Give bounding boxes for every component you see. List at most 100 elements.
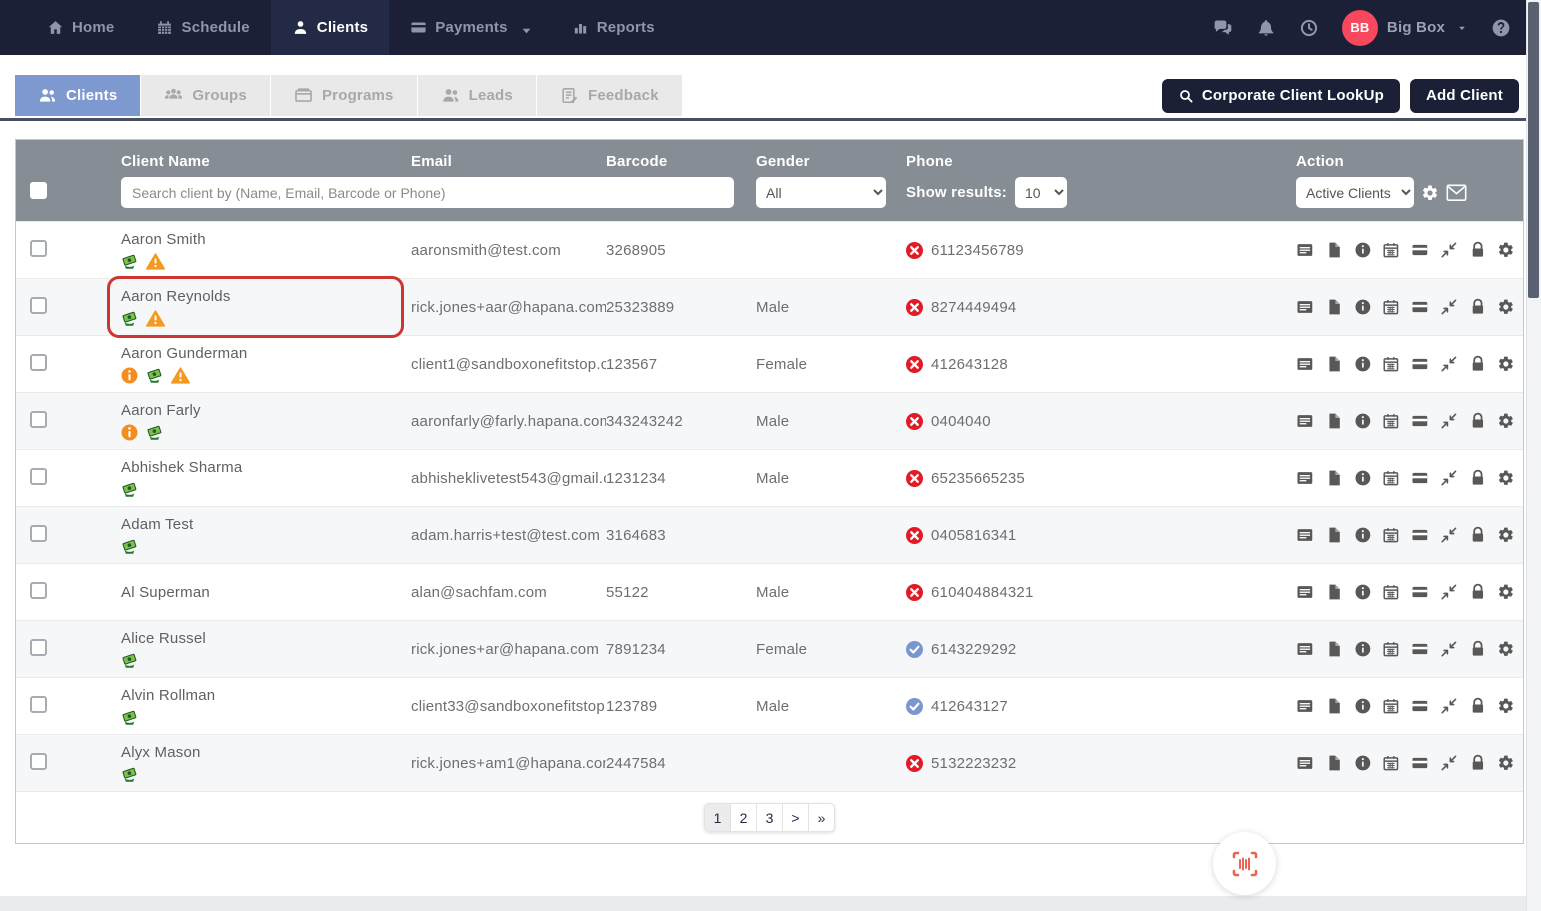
credit-card-icon[interactable] (1411, 754, 1429, 772)
select-all-checkbox[interactable] (30, 182, 47, 199)
calendar-icon[interactable] (1382, 298, 1400, 316)
info-icon[interactable] (1354, 469, 1372, 487)
card-icon[interactable] (1296, 583, 1314, 601)
clock-icon[interactable] (1299, 18, 1319, 38)
client-name[interactable]: Abhishek Sharma (121, 459, 403, 476)
lock-icon[interactable] (1469, 469, 1487, 487)
lock-icon[interactable] (1469, 754, 1487, 772)
client-name[interactable]: Alyx Mason (121, 744, 403, 761)
info-icon[interactable] (1354, 355, 1372, 373)
credit-card-icon[interactable] (1411, 298, 1429, 316)
tab-groups[interactable]: Groups (141, 75, 270, 116)
row-checkbox[interactable] (30, 753, 47, 770)
card-icon[interactable] (1296, 412, 1314, 430)
gear-icon[interactable] (1497, 298, 1515, 316)
card-icon[interactable] (1296, 469, 1314, 487)
credit-card-icon[interactable] (1411, 640, 1429, 658)
card-icon[interactable] (1296, 640, 1314, 658)
page-button[interactable]: 1 (704, 803, 731, 832)
scrollbar-thumb[interactable] (1528, 2, 1539, 298)
compress-arrows-icon[interactable] (1440, 640, 1458, 658)
calendar-icon[interactable] (1382, 583, 1400, 601)
lock-icon[interactable] (1469, 241, 1487, 259)
document-icon[interactable] (1325, 241, 1343, 259)
gear-icon[interactable] (1497, 412, 1515, 430)
nav-item-clients[interactable]: Clients (271, 0, 389, 55)
row-checkbox[interactable] (30, 468, 47, 485)
credit-card-icon[interactable] (1411, 583, 1429, 601)
lock-icon[interactable] (1469, 298, 1487, 316)
search-input[interactable] (121, 177, 734, 208)
client-name[interactable]: Alvin Rollman (121, 687, 403, 704)
compress-arrows-icon[interactable] (1440, 583, 1458, 601)
document-icon[interactable] (1325, 640, 1343, 658)
document-icon[interactable] (1325, 469, 1343, 487)
page-button[interactable]: 2 (730, 803, 757, 832)
document-icon[interactable] (1325, 754, 1343, 772)
gender-filter-select[interactable]: All (756, 177, 886, 208)
document-icon[interactable] (1325, 526, 1343, 544)
corporate-client-lookup-button[interactable]: Corporate Client LookUp (1162, 79, 1400, 113)
chat-icon[interactable] (1213, 18, 1233, 38)
info-icon[interactable] (1354, 241, 1372, 259)
calendar-icon[interactable] (1382, 754, 1400, 772)
nav-item-reports[interactable]: Reports (551, 0, 676, 55)
info-icon[interactable] (1354, 754, 1372, 772)
calendar-icon[interactable] (1382, 469, 1400, 487)
document-icon[interactable] (1325, 355, 1343, 373)
card-icon[interactable] (1296, 355, 1314, 373)
nav-item-schedule[interactable]: Schedule (135, 0, 270, 55)
info-icon[interactable] (1354, 526, 1372, 544)
account-menu[interactable]: BB Big Box (1342, 10, 1468, 46)
bell-icon[interactable] (1256, 18, 1276, 38)
row-checkbox[interactable] (30, 582, 47, 599)
tab-programs[interactable]: Programs (271, 75, 417, 116)
info-icon[interactable] (1354, 298, 1372, 316)
compress-arrows-icon[interactable] (1440, 241, 1458, 259)
calendar-icon[interactable] (1382, 241, 1400, 259)
nav-item-payments[interactable]: Payments (389, 0, 550, 55)
calendar-icon[interactable] (1382, 412, 1400, 430)
compress-arrows-icon[interactable] (1440, 754, 1458, 772)
calendar-icon[interactable] (1382, 640, 1400, 658)
compress-arrows-icon[interactable] (1440, 526, 1458, 544)
page-button[interactable]: > (782, 803, 809, 832)
lock-icon[interactable] (1469, 412, 1487, 430)
compress-arrows-icon[interactable] (1440, 298, 1458, 316)
add-client-button[interactable]: Add Client (1410, 79, 1519, 113)
card-icon[interactable] (1296, 526, 1314, 544)
client-name[interactable]: Alice Russel (121, 630, 403, 647)
info-icon[interactable] (1354, 583, 1372, 601)
lock-icon[interactable] (1469, 583, 1487, 601)
client-status-select[interactable]: Active Clients (1296, 177, 1414, 208)
row-checkbox[interactable] (30, 297, 47, 314)
avatar[interactable]: BB (1342, 10, 1378, 46)
compress-arrows-icon[interactable] (1440, 412, 1458, 430)
gear-icon[interactable] (1497, 583, 1515, 601)
compress-arrows-icon[interactable] (1440, 469, 1458, 487)
row-checkbox[interactable] (30, 696, 47, 713)
nav-item-home[interactable]: Home (26, 0, 135, 55)
lock-icon[interactable] (1469, 355, 1487, 373)
row-checkbox[interactable] (30, 240, 47, 257)
credit-card-icon[interactable] (1411, 412, 1429, 430)
tab-clients[interactable]: Clients (15, 75, 140, 116)
gear-icon[interactable] (1421, 184, 1439, 202)
client-name[interactable]: Aaron Gunderman (121, 345, 403, 362)
compress-arrows-icon[interactable] (1440, 697, 1458, 715)
calendar-icon[interactable] (1382, 355, 1400, 373)
lock-icon[interactable] (1469, 697, 1487, 715)
barcode-scan-button[interactable] (1213, 832, 1276, 895)
gear-icon[interactable] (1497, 754, 1515, 772)
lock-icon[interactable] (1469, 640, 1487, 658)
client-name[interactable]: Al Superman (121, 584, 403, 601)
calendar-icon[interactable] (1382, 526, 1400, 544)
gear-icon[interactable] (1497, 640, 1515, 658)
card-icon[interactable] (1296, 241, 1314, 259)
page-button[interactable]: » (808, 803, 835, 832)
document-icon[interactable] (1325, 298, 1343, 316)
page-button[interactable]: 3 (756, 803, 783, 832)
gear-icon[interactable] (1497, 241, 1515, 259)
credit-card-icon[interactable] (1411, 241, 1429, 259)
credit-card-icon[interactable] (1411, 526, 1429, 544)
